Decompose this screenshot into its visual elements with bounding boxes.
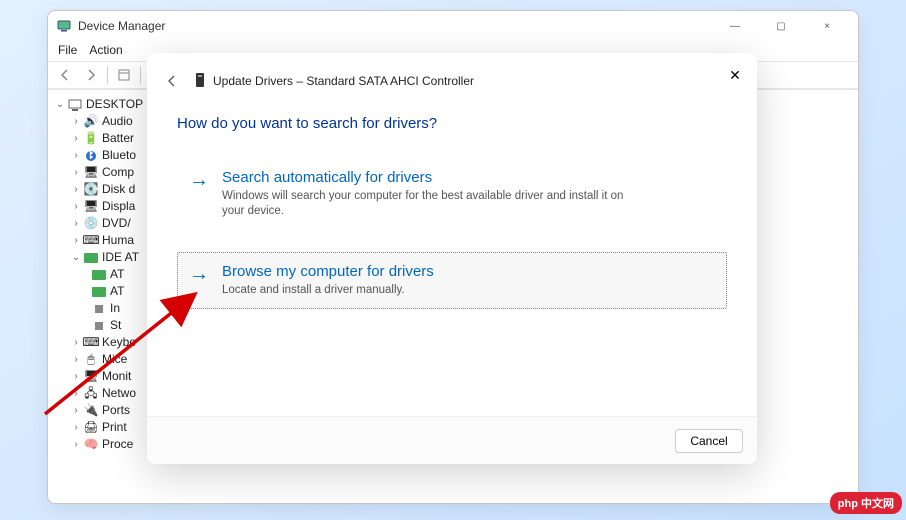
chevron-right-icon: › bbox=[70, 147, 82, 164]
battery-icon: 🔋 bbox=[83, 131, 99, 147]
disk-icon: 💽 bbox=[83, 182, 99, 198]
dialog-body: How do you want to search for drivers? →… bbox=[147, 109, 757, 416]
option-title: Search automatically for drivers bbox=[222, 169, 642, 187]
dialog-question: How do you want to search for drivers? bbox=[177, 115, 727, 132]
chevron-right-icon: › bbox=[70, 232, 82, 249]
option-browse-computer[interactable]: → Browse my computer for drivers Locate … bbox=[177, 252, 727, 309]
chevron-right-icon: › bbox=[70, 334, 82, 351]
cpu-icon: 🧠 bbox=[83, 437, 99, 453]
watermark-badge: php 中文网 bbox=[830, 492, 902, 514]
monitor-icon: 🖥 bbox=[83, 165, 99, 181]
option-subtitle: Locate and install a driver manually. bbox=[222, 283, 434, 298]
mouse-icon: 🖱 bbox=[83, 352, 99, 368]
chevron-right-icon: › bbox=[70, 368, 82, 385]
chip-icon bbox=[91, 301, 107, 317]
option-title: Browse my computer for drivers bbox=[222, 263, 434, 281]
bluetooth-icon bbox=[83, 148, 99, 164]
computer-icon bbox=[67, 97, 83, 113]
chevron-right-icon: › bbox=[70, 198, 82, 215]
dvd-icon: 💿 bbox=[83, 216, 99, 232]
option-subtitle: Windows will search your computer for th… bbox=[222, 189, 642, 219]
chevron-down-icon[interactable]: ⌄ bbox=[54, 96, 66, 113]
network-icon: 🖧 bbox=[83, 386, 99, 402]
chevron-right-icon: › bbox=[70, 130, 82, 147]
show-tree-button[interactable] bbox=[112, 64, 136, 86]
maximize-button[interactable]: ▢ bbox=[758, 11, 804, 41]
cancel-button[interactable]: Cancel bbox=[675, 429, 743, 453]
minimize-button[interactable]: — bbox=[712, 11, 758, 41]
back-button[interactable] bbox=[157, 66, 187, 96]
card-icon bbox=[91, 284, 107, 300]
option-search-automatically[interactable]: → Search automatically for drivers Windo… bbox=[177, 158, 727, 230]
hid-icon: ⌨ bbox=[83, 233, 99, 249]
card-icon bbox=[91, 267, 107, 283]
drive-icon bbox=[193, 72, 207, 91]
speaker-icon: 🔊 bbox=[83, 114, 99, 130]
printer-icon: 🖨 bbox=[83, 420, 99, 436]
display-icon: 🖥 bbox=[83, 199, 99, 215]
window-system-buttons: — ▢ × bbox=[712, 11, 850, 41]
chevron-right-icon: › bbox=[70, 351, 82, 368]
dialog-title: Update Drivers – Standard SATA AHCI Cont… bbox=[193, 72, 474, 91]
forward-button[interactable] bbox=[79, 64, 103, 86]
window-title: Device Manager bbox=[78, 19, 165, 33]
chevron-right-icon: › bbox=[70, 385, 82, 402]
close-icon[interactable]: ✕ bbox=[725, 65, 745, 85]
arrow-right-icon: → bbox=[188, 171, 210, 189]
menu-action[interactable]: Action bbox=[89, 43, 122, 57]
device-manager-icon bbox=[56, 18, 72, 34]
monitor-icon: 🖥 bbox=[83, 369, 99, 385]
back-button[interactable] bbox=[53, 64, 77, 86]
chevron-right-icon: › bbox=[70, 419, 82, 436]
close-button[interactable]: × bbox=[804, 11, 850, 41]
titlebar: Device Manager — ▢ × bbox=[48, 11, 858, 41]
dialog-footer: Cancel bbox=[147, 416, 757, 464]
dialog-header: Update Drivers – Standard SATA AHCI Cont… bbox=[147, 53, 757, 109]
chevron-right-icon: › bbox=[70, 436, 82, 453]
chevron-right-icon: › bbox=[70, 215, 82, 232]
chevron-right-icon: › bbox=[70, 402, 82, 419]
keyboard-icon: ⌨ bbox=[83, 335, 99, 351]
chevron-right-icon: › bbox=[70, 181, 82, 198]
update-drivers-dialog: Update Drivers – Standard SATA AHCI Cont… bbox=[147, 53, 757, 464]
chevron-right-icon: › bbox=[70, 164, 82, 181]
ide-icon bbox=[83, 250, 99, 266]
chevron-down-icon: ⌄ bbox=[70, 249, 82, 266]
menu-file[interactable]: File bbox=[58, 43, 77, 57]
arrow-right-icon: → bbox=[188, 265, 210, 283]
port-icon: 🔌 bbox=[83, 403, 99, 419]
chip-icon bbox=[91, 318, 107, 334]
chevron-right-icon: › bbox=[70, 113, 82, 130]
